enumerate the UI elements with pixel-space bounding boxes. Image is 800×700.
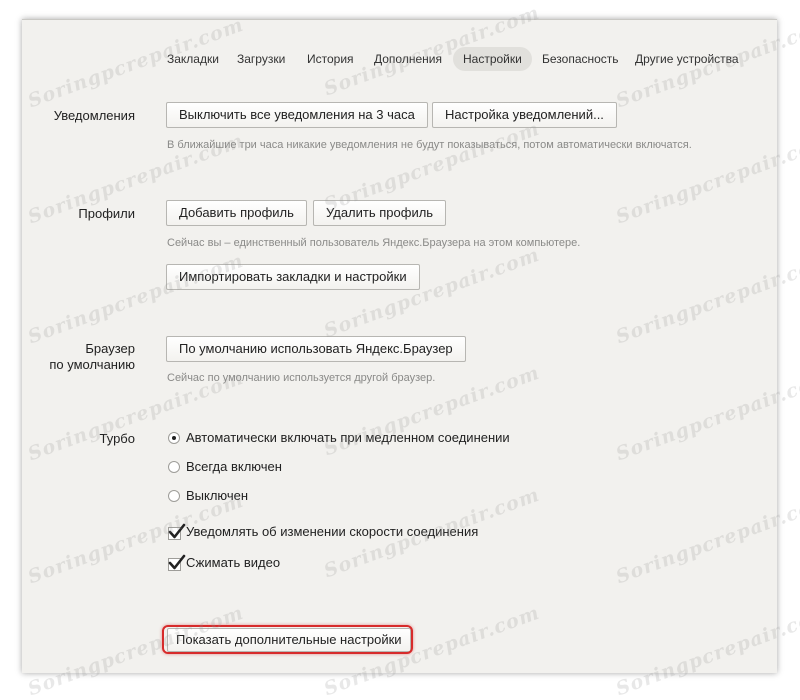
default-browser-label: Браузер по умолчанию	[49, 341, 135, 373]
default-browser-label-line1: Браузер	[85, 341, 135, 356]
set-default-browser-button[interactable]: По умолчанию использовать Яндекс.Браузер	[166, 336, 466, 362]
highlight-outline	[162, 625, 413, 654]
import-bookmarks-button[interactable]: Импортировать закладки и настройки	[166, 264, 420, 290]
add-profile-button[interactable]: Добавить профиль	[166, 200, 307, 226]
checkmark-icon	[168, 554, 186, 570]
notification-settings-button[interactable]: Настройка уведомлений...	[432, 102, 617, 128]
tab-settings[interactable]: Настройки	[453, 47, 532, 71]
default-browser-label-line2: по умолчанию	[49, 357, 135, 372]
notify-speed-checkbox[interactable]	[168, 523, 186, 540]
tab-security[interactable]: Безопасность	[532, 47, 629, 71]
turbo-off-radio[interactable]	[168, 490, 180, 502]
tab-history[interactable]: История	[297, 47, 364, 71]
compress-video-label[interactable]: Сжимать видео	[186, 554, 280, 572]
turbo-off-label[interactable]: Выключен	[186, 487, 248, 505]
tab-extensions[interactable]: Дополнения	[364, 47, 452, 71]
turbo-auto-radio[interactable]	[168, 432, 180, 444]
checkmark-icon	[168, 523, 186, 539]
default-browser-hint: Сейчас по умолчанию используется другой …	[167, 372, 436, 384]
turbo-always-label[interactable]: Всегда включен	[186, 458, 282, 476]
notifications-hint: В ближайшие три часа никакие уведомления…	[167, 139, 692, 151]
profiles-label: Профили	[78, 206, 135, 221]
turbo-auto-label[interactable]: Автоматически включать при медленном сое…	[186, 429, 510, 447]
settings-window: Закладки Загрузки История Дополнения Нас…	[22, 19, 777, 673]
tab-other-devices[interactable]: Другие устройства	[625, 47, 749, 71]
notifications-label: Уведомления	[53, 108, 135, 123]
delete-profile-button[interactable]: Удалить профиль	[313, 200, 447, 226]
turbo-always-radio[interactable]	[168, 461, 180, 473]
profiles-hint: Сейчас вы – единственный пользователь Ян…	[167, 237, 581, 249]
compress-video-checkbox[interactable]	[168, 554, 186, 571]
turbo-label: Турбо	[99, 431, 135, 446]
notify-speed-label[interactable]: Уведомлять об изменении скорости соедине…	[186, 523, 478, 541]
disable-notifications-button[interactable]: Выключить все уведомления на 3 часа	[166, 102, 428, 128]
tab-bookmarks[interactable]: Закладки	[157, 47, 229, 71]
tab-downloads[interactable]: Загрузки	[227, 47, 295, 71]
